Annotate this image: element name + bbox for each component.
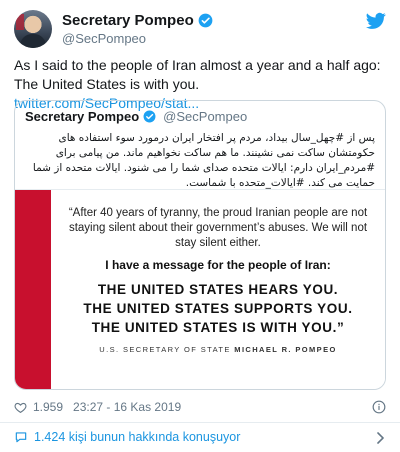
timestamp[interactable]: 23:27 - 16 Kas 2019	[73, 400, 181, 414]
divider	[0, 422, 400, 423]
image-signature: U.S. SECRETARY OF STATE MICHAEL R. POMPE…	[59, 345, 377, 354]
image-quote: “After 40 years of tyranny, the proud Ir…	[68, 207, 368, 249]
verified-badge-icon	[143, 110, 156, 123]
image-headline: THE UNITED STATES HEARS YOU. THE UNITED …	[59, 280, 377, 337]
tweet-header: Secretary Pompeo @SecPompeo	[14, 10, 386, 50]
info-icon[interactable]	[372, 400, 386, 414]
signature-title: U.S. SECRETARY OF STATE	[99, 345, 231, 354]
quoted-author-name[interactable]: Secretary Pompeo	[25, 109, 139, 124]
author-name[interactable]: Secretary Pompeo	[62, 12, 194, 29]
signature-name: MICHAEL R. POMPEO	[234, 345, 337, 354]
avatar[interactable]	[14, 10, 52, 48]
tweet-meta: 1.959 23:27 - 16 Kas 2019	[14, 400, 181, 414]
red-accent-bar	[15, 190, 51, 389]
flag-graphic	[16, 14, 24, 30]
quoted-image[interactable]: “After 40 years of tyranny, the proud Ir…	[15, 189, 385, 389]
verified-badge-icon	[198, 13, 213, 28]
headline-line-2: THE UNITED STATES SUPPORTS YOU.	[83, 301, 353, 316]
discussion-link[interactable]: 1.424 kişi bunun hakkında konuşuyor	[14, 430, 386, 444]
headline-line-3: THE UNITED STATES IS WITH YOU.”	[91, 320, 345, 335]
quoted-header: Secretary Pompeo @SecPompeo	[25, 109, 247, 124]
headline-line-1: THE UNITED STATES HEARS YOU.	[97, 282, 339, 297]
chevron-right-icon[interactable]	[376, 432, 386, 444]
comment-icon	[15, 432, 27, 443]
quoted-author-handle[interactable]: @SecPompeo	[163, 109, 247, 124]
discussion-text[interactable]: 1.424 kişi bunun hakkında konuşuyor	[34, 430, 240, 444]
like-count[interactable]: 1.959	[33, 400, 63, 414]
quoted-text: پس از #چهل_سال بیداد، مردم پر افتخار ایر…	[32, 132, 375, 189]
author-name-row[interactable]: Secretary Pompeo	[62, 12, 213, 29]
twitter-bird-icon[interactable]	[366, 12, 386, 30]
tweet-body: As I said to the people of Iran almost a…	[14, 57, 381, 92]
author-handle[interactable]: @SecPompeo	[62, 31, 146, 46]
quoted-tweet[interactable]: Secretary Pompeo @SecPompeo پس از #چهل_س…	[14, 100, 386, 390]
tweet-card: Secretary Pompeo @SecPompeo As I said to…	[0, 0, 400, 452]
heart-icon[interactable]	[14, 401, 27, 414]
image-lead: I have a message for the people of Iran:	[105, 258, 331, 272]
